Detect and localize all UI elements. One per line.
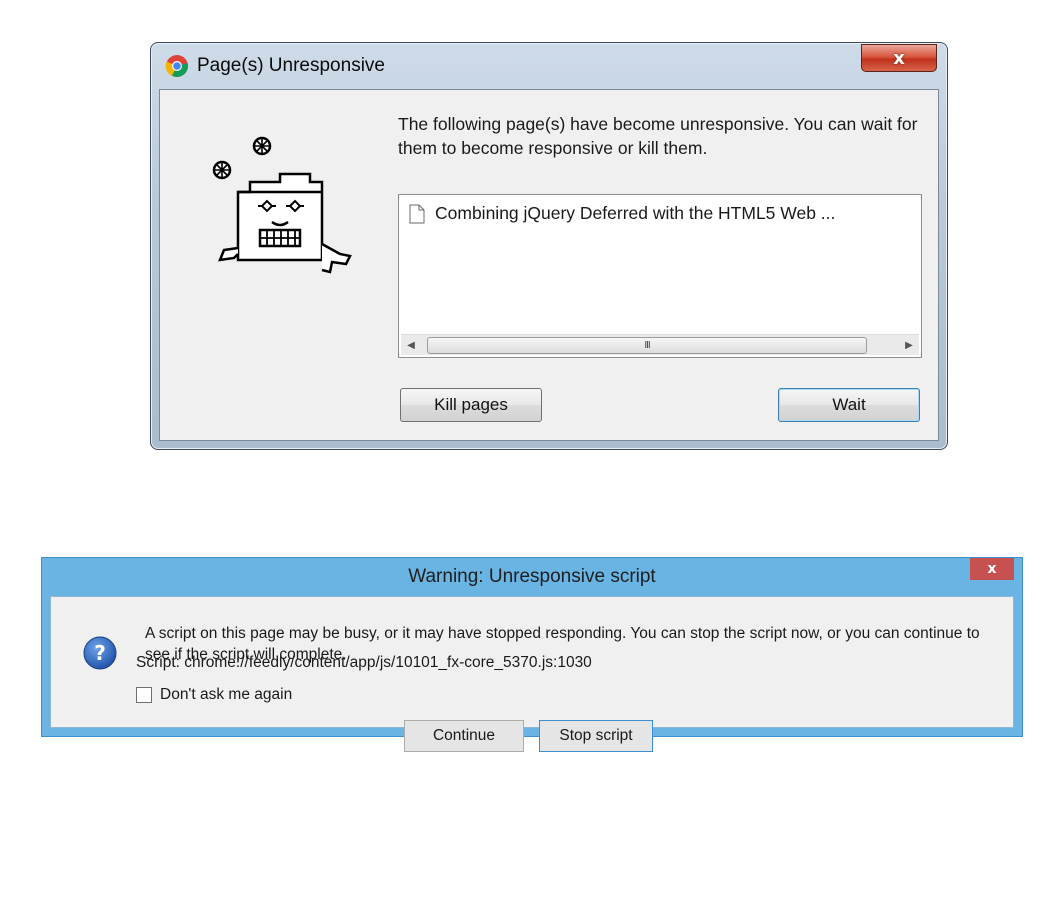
checkbox-label[interactable]: Don't ask me again: [160, 686, 292, 704]
question-icon: ?: [83, 636, 117, 670]
dont-ask-checkbox[interactable]: Don't ask me again: [136, 686, 292, 704]
unresponsive-pages-list[interactable]: Combining jQuery Deferred with the HTML5…: [398, 194, 922, 358]
checkbox-box[interactable]: [136, 687, 152, 703]
close-button[interactable]: x: [861, 44, 937, 72]
chrome-title-bar: Page(s) Unresponsive: [165, 51, 385, 81]
stop-script-button[interactable]: Stop script: [539, 720, 653, 752]
dialog-title: Page(s) Unresponsive: [197, 55, 385, 76]
dialog-title: Warning: Unresponsive script: [408, 566, 656, 587]
scroll-left-arrow-icon[interactable]: ◀: [401, 335, 421, 355]
scrollbar-grip: III: [644, 340, 650, 351]
dialog-message: The following page(s) have become unresp…: [398, 114, 918, 158]
snowflake-icon: [252, 136, 272, 156]
horizontal-scrollbar[interactable]: ◀ III ▶: [401, 334, 919, 355]
page-title: Combining jQuery Deferred with the HTML5…: [435, 203, 836, 223]
chrome-unresponsive-dialog: Page(s) Unresponsive x The following pag…: [150, 42, 948, 450]
document-icon: [409, 204, 425, 223]
snowflake-icon: [212, 160, 232, 180]
frozen-folder-mascot-icon: [212, 136, 352, 274]
wait-button[interactable]: Wait: [778, 388, 920, 422]
close-button[interactable]: x: [970, 558, 1014, 580]
scroll-right-arrow-icon[interactable]: ▶: [899, 335, 919, 355]
close-icon: x: [893, 47, 905, 69]
scrollbar-thumb[interactable]: III: [427, 337, 867, 354]
kill-pages-button[interactable]: Kill pages: [400, 388, 542, 422]
continue-button[interactable]: Continue: [404, 720, 524, 752]
script-path: Script: chrome://feedly/content/app/js/1…: [136, 654, 592, 671]
svg-text:?: ?: [94, 641, 106, 665]
chrome-logo-icon: [165, 55, 188, 77]
firefox-unresponsive-script-dialog: Warning: Unresponsive script x ? A scrip…: [41, 557, 1023, 752]
dialog-body: The following page(s) have become unresp…: [159, 89, 939, 441]
list-item[interactable]: Combining jQuery Deferred with the HTML5…: [409, 203, 835, 224]
close-icon: x: [987, 561, 997, 577]
